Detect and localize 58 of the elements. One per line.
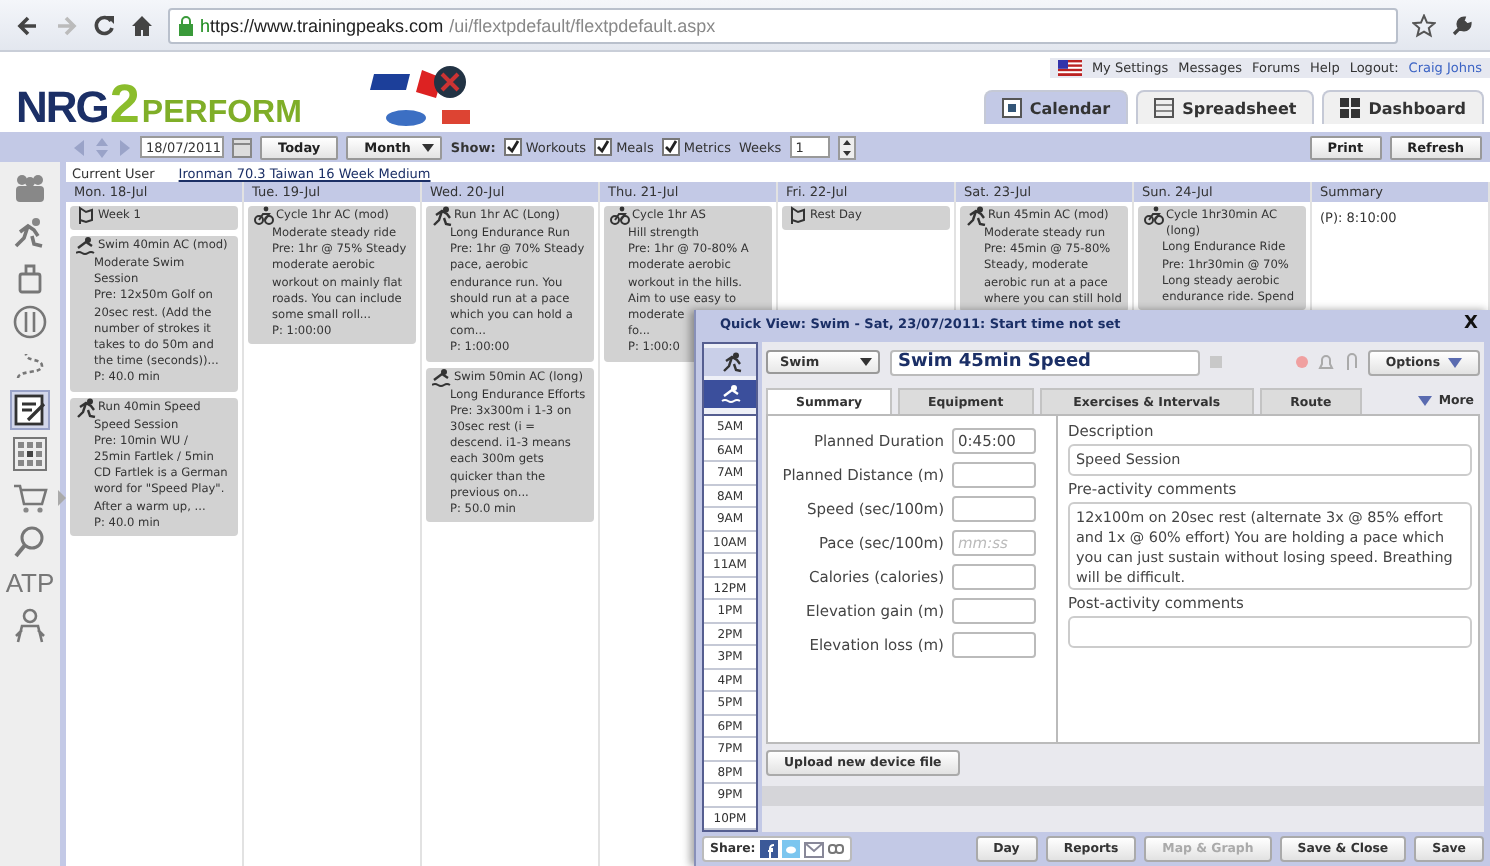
route-icon[interactable] [12, 348, 48, 384]
runner-icon[interactable] [12, 216, 48, 252]
dot-icon[interactable] [1295, 356, 1308, 368]
sheet-icon [1154, 98, 1175, 118]
edit-icon[interactable] [12, 392, 48, 428]
atp-button[interactable]: ATP [5, 568, 55, 600]
filter-icon [1418, 396, 1433, 406]
input-field[interactable] [952, 462, 1036, 488]
post-activity-comments-field[interactable] [1068, 616, 1472, 648]
dropdown-arrow-icon [860, 358, 872, 366]
paperclip-icon[interactable] [1343, 352, 1358, 372]
back-icon[interactable] [16, 13, 40, 37]
facebook-icon[interactable] [759, 840, 778, 858]
view-tab[interactable]: Spreadsheet [1136, 90, 1315, 124]
input-field[interactable] [952, 564, 1036, 590]
rest-icon [788, 206, 808, 226]
address-bar[interactable]: https://www.trainingpeaks.com /ui/flextpdefault/flextpdefault.aspx [168, 7, 1398, 43]
input-field[interactable] [952, 598, 1036, 624]
checkbox[interactable] [594, 138, 613, 156]
reload-icon[interactable] [92, 13, 116, 37]
home-icon[interactable] [130, 13, 154, 37]
logo: NRG2PERFORM [16, 74, 302, 136]
filter-icon [1448, 357, 1462, 367]
view-tab[interactable]: Dashboard [1322, 90, 1484, 124]
input-field[interactable] [952, 632, 1036, 658]
dashboard-icon [1340, 98, 1361, 118]
swim-tab-icon[interactable] [704, 380, 756, 408]
wrench-icon[interactable] [1450, 13, 1474, 37]
group-icon[interactable] [12, 172, 48, 208]
run-icon [76, 397, 96, 418]
bike-icon [1144, 206, 1164, 226]
week-icon [76, 206, 96, 226]
bike-icon [254, 206, 274, 226]
grid-icon[interactable] [12, 436, 48, 472]
link-icon[interactable] [827, 844, 844, 854]
checkbox[interactable] [661, 138, 680, 156]
spinner-icon[interactable] [837, 135, 856, 159]
search-icon[interactable] [12, 524, 48, 560]
mail-icon[interactable] [803, 841, 824, 857]
dropdown-arrow-icon [422, 143, 435, 151]
run-tab-icon[interactable] [704, 348, 756, 376]
input-field[interactable] [952, 496, 1036, 522]
view-tab[interactable]: Calendar [983, 90, 1129, 124]
star-icon[interactable] [1412, 13, 1436, 37]
calendar-icon [1001, 98, 1022, 118]
flag-icon [1057, 60, 1082, 76]
bike-icon [610, 206, 630, 226]
swim-icon [76, 236, 96, 256]
calendar-icon[interactable] [232, 137, 252, 157]
cart-icon[interactable] [12, 480, 48, 516]
workout-title-field[interactable]: Swim 45min Speed [890, 349, 1200, 375]
lock-icon [178, 15, 194, 35]
close-button[interactable]: X [1464, 314, 1478, 334]
checkbox[interactable] [503, 138, 522, 156]
run-icon [432, 206, 452, 226]
swim-icon [432, 367, 452, 388]
person-icon[interactable] [12, 608, 48, 644]
run-icon [966, 206, 986, 226]
